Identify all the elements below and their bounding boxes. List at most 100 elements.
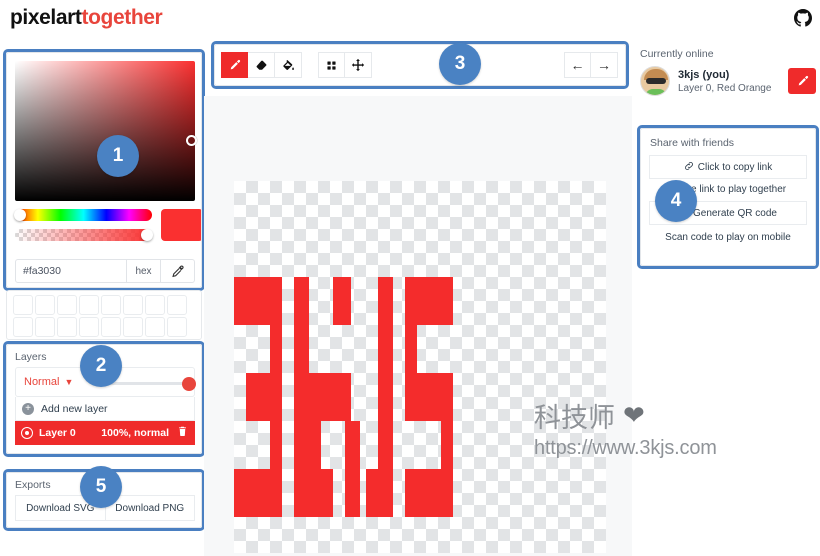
art-pixel[interactable]	[294, 445, 321, 469]
undo-button[interactable]: ←	[564, 52, 591, 78]
alpha-slider-handle[interactable]	[141, 229, 153, 241]
saturation-value-box[interactable]	[15, 61, 197, 201]
hue-slider[interactable]	[14, 209, 152, 221]
eye-icon[interactable]	[21, 427, 33, 439]
hex-input[interactable]: #fa3030	[15, 259, 127, 283]
layer-meta: 100%, normal	[101, 427, 169, 439]
palette-swatch[interactable]	[79, 295, 99, 315]
art-pixel[interactable]	[378, 445, 393, 469]
palette-swatch[interactable]	[123, 317, 143, 337]
hue-alpha-row	[14, 209, 201, 253]
art-pixel[interactable]	[405, 397, 453, 421]
eraser-tool[interactable]	[248, 52, 275, 78]
art-pixel[interactable]	[294, 469, 333, 493]
copy-link-button[interactable]: Click to copy link	[649, 155, 807, 179]
trash-icon[interactable]	[177, 426, 188, 440]
art-pixel[interactable]	[405, 349, 417, 373]
art-pixel[interactable]	[234, 469, 282, 493]
download-png-button[interactable]: Download PNG	[105, 495, 195, 521]
chevron-down-icon[interactable]: ▼	[64, 377, 73, 387]
art-pixel[interactable]	[333, 301, 351, 325]
palette-swatch[interactable]	[57, 295, 77, 315]
add-new-layer-button[interactable]: + Add new layer	[15, 397, 195, 421]
art-pixel[interactable]	[345, 469, 360, 493]
palette-swatch[interactable]	[57, 317, 77, 337]
palette-swatch[interactable]	[167, 317, 187, 337]
art-pixel[interactable]	[270, 445, 282, 469]
art-pixel[interactable]	[378, 349, 393, 373]
art-pixel[interactable]	[234, 277, 282, 301]
art-pixel[interactable]	[405, 373, 453, 397]
art-pixel[interactable]	[294, 349, 309, 373]
palette-swatch[interactable]	[35, 295, 55, 315]
opacity-slider[interactable]	[108, 382, 188, 385]
art-pixel[interactable]	[366, 493, 393, 517]
online-user-row[interactable]: 3kjs (you) Layer 0, Red Orange	[640, 66, 816, 96]
palette-panel[interactable]	[6, 290, 202, 340]
hue-slider-handle[interactable]	[14, 209, 26, 221]
palette-swatch[interactable]	[13, 295, 33, 315]
alpha-slider[interactable]	[15, 229, 153, 241]
eyedropper-icon[interactable]	[161, 259, 195, 283]
opacity-slider-handle[interactable]	[182, 377, 196, 391]
palette-swatch[interactable]	[101, 317, 121, 337]
art-pixel[interactable]	[405, 493, 453, 517]
palette-swatch[interactable]	[35, 317, 55, 337]
grid-tool[interactable]	[318, 52, 345, 78]
art-pixel[interactable]	[345, 445, 360, 469]
art-pixel[interactable]	[246, 397, 282, 421]
copy-link-label: Click to copy link	[697, 161, 773, 173]
art-pixel[interactable]	[405, 301, 453, 325]
art-pixel[interactable]	[294, 373, 351, 397]
online-user-text: 3kjs (you) Layer 0, Red Orange	[678, 69, 771, 94]
palette-swatch[interactable]	[167, 295, 187, 315]
art-pixel[interactable]	[378, 277, 393, 301]
art-pixel[interactable]	[294, 397, 351, 421]
art-pixel[interactable]	[234, 493, 282, 517]
pencil-tool[interactable]	[221, 52, 248, 78]
art-pixel[interactable]	[378, 325, 393, 349]
art-pixel[interactable]	[378, 373, 393, 397]
palette-swatch[interactable]	[79, 317, 99, 337]
art-pixel[interactable]	[294, 277, 309, 301]
art-pixel[interactable]	[270, 421, 282, 445]
fill-tool[interactable]	[275, 52, 302, 78]
github-icon[interactable]	[794, 9, 812, 27]
palette-swatch[interactable]	[123, 295, 143, 315]
art-pixel[interactable]	[246, 373, 282, 397]
art-pixel[interactable]	[294, 325, 309, 349]
palette-grid[interactable]	[13, 295, 187, 337]
art-pixel[interactable]	[294, 421, 321, 445]
art-pixel[interactable]	[441, 445, 453, 469]
avatar-icon	[640, 66, 670, 96]
art-pixel[interactable]	[405, 277, 453, 301]
pixel-canvas[interactable]	[234, 181, 606, 553]
art-pixel[interactable]	[333, 277, 351, 301]
saturation-handle[interactable]	[186, 135, 197, 146]
palette-swatch[interactable]	[101, 295, 121, 315]
palette-swatch[interactable]	[13, 317, 33, 337]
user-tool-indicator[interactable]	[788, 68, 816, 94]
art-pixel[interactable]	[270, 325, 282, 349]
art-pixel[interactable]	[345, 493, 360, 517]
art-pixel[interactable]	[294, 493, 333, 517]
qr-note: Scan code to play on mobile	[665, 232, 791, 243]
palette-swatch[interactable]	[145, 317, 165, 337]
hex-format-label[interactable]: hex	[127, 259, 161, 283]
art-pixel[interactable]	[366, 469, 393, 493]
art-pixel[interactable]	[234, 301, 282, 325]
move-tool[interactable]	[345, 52, 372, 78]
art-pixel[interactable]	[378, 397, 393, 421]
art-pixel[interactable]	[378, 301, 393, 325]
art-pixel[interactable]	[405, 325, 417, 349]
art-pixel[interactable]	[270, 349, 282, 373]
layer-row[interactable]: Layer 0 100%, normal	[15, 421, 195, 445]
palette-swatch[interactable]	[145, 295, 165, 315]
app-logo[interactable]: pixelarttogether	[10, 6, 163, 30]
art-pixel[interactable]	[378, 421, 393, 445]
art-pixel[interactable]	[441, 421, 453, 445]
art-pixel[interactable]	[294, 301, 309, 325]
art-pixel[interactable]	[405, 469, 453, 493]
redo-button[interactable]: →	[591, 52, 618, 78]
art-pixel[interactable]	[345, 421, 360, 445]
